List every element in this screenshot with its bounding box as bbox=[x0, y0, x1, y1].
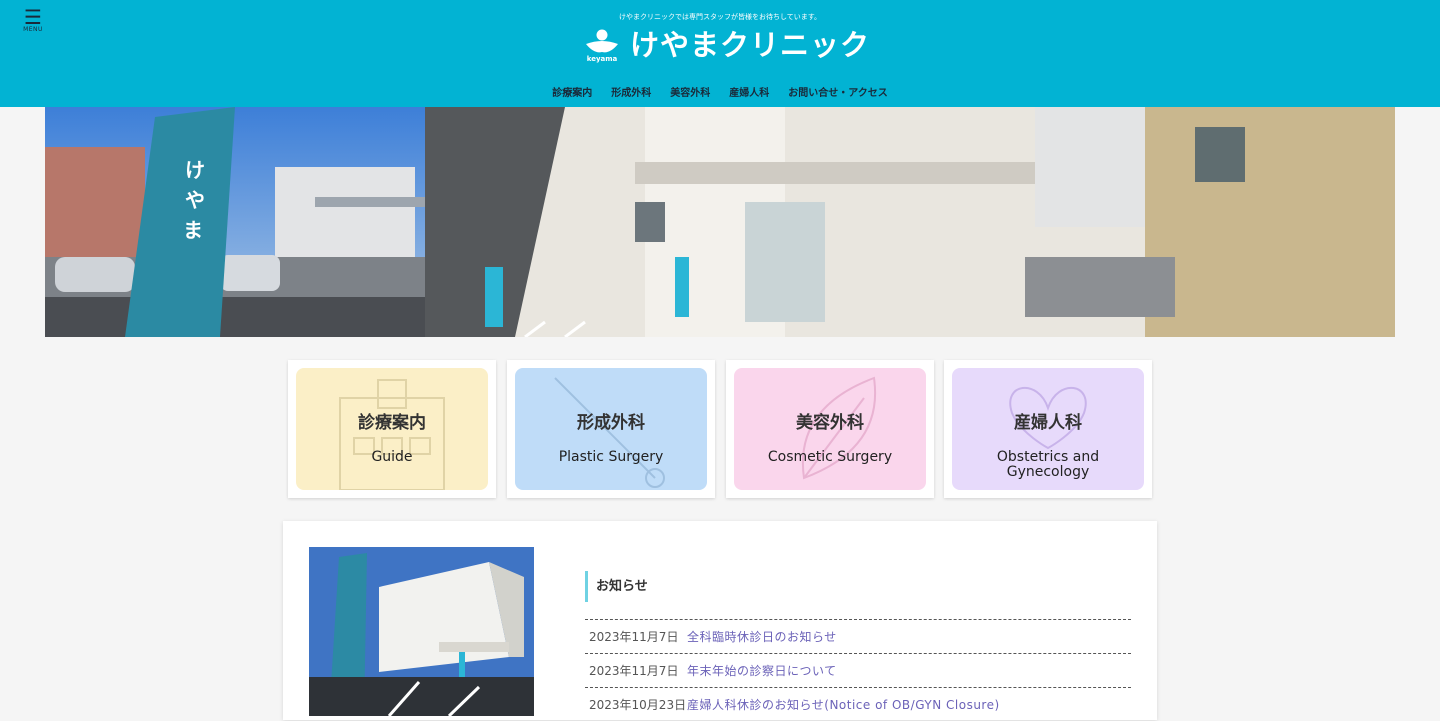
news-date: 2023年10月23日 bbox=[589, 698, 687, 712]
department-cards: 診療案内 Guide 形成外科 Plastic Surgery 美容外科 Cos… bbox=[288, 360, 1152, 498]
news-link[interactable]: 産婦人科休診のお知らせ(Notice of OB/GYN Closure) bbox=[687, 696, 1000, 713]
card-guide-panel: 診療案内 Guide bbox=[296, 368, 488, 490]
menu-label: MENU bbox=[23, 26, 43, 33]
card-obgyn-subtitle-line1: Obstetrics and bbox=[996, 449, 1100, 465]
clinic-building-photo bbox=[309, 547, 534, 716]
card-obgyn-title: 産婦人科 bbox=[1014, 413, 1082, 433]
card-cosmetic-surgery-subtitle: Cosmetic Surgery bbox=[767, 449, 893, 465]
logo-subtext: keyama bbox=[586, 55, 618, 63]
nav-item-guide[interactable]: 診療案内 bbox=[552, 84, 592, 99]
card-plastic-surgery[interactable]: 形成外科 Plastic Surgery bbox=[507, 360, 715, 498]
header-tagline: けやまクリニックでは専門スタッフが皆様をお待ちしています。 bbox=[618, 13, 822, 21]
nav-item-plastic-surgery[interactable]: 形成外科 bbox=[611, 84, 651, 99]
news-heading: お知らせ bbox=[585, 571, 648, 602]
site-logo[interactable]: keyama けやまクリニック bbox=[584, 28, 869, 68]
nav-item-contact-access[interactable]: お問い合せ・アクセス bbox=[788, 84, 888, 99]
news-link[interactable]: 年末年始の診察日について bbox=[687, 662, 837, 679]
nav-item-cosmetic-surgery[interactable]: 美容外科 bbox=[670, 84, 710, 99]
site-header: ☰ MENU けやまクリニックでは専門スタッフが皆様をお待ちしています。 key… bbox=[0, 0, 1440, 107]
card-guide-title: 診療案内 bbox=[358, 413, 426, 433]
news-date: 2023年11月7日 bbox=[589, 630, 679, 644]
svg-text:や: や bbox=[185, 188, 205, 212]
card-plastic-surgery-subtitle: Plastic Surgery bbox=[558, 449, 664, 465]
card-obgyn-subtitle-line2: Gynecology bbox=[1006, 464, 1090, 480]
nav-item-obgyn[interactable]: 産婦人科 bbox=[729, 84, 769, 99]
card-obgyn-subtitle: Obstetrics and Gynecology bbox=[952, 450, 1144, 480]
card-cosmetic-surgery-title: 美容外科 bbox=[796, 413, 864, 433]
main-nav: 診療案内 形成外科 美容外科 産婦人科 お問い合せ・アクセス bbox=[0, 84, 1440, 99]
news-section: お知らせ 2023年11月7日 全科臨時休診日のお知らせ 2023年11月7日 … bbox=[283, 521, 1157, 720]
news-item: 2023年11月7日 全科臨時休診日のお知らせ bbox=[585, 619, 1131, 653]
card-cosmetic-surgery-panel: 美容外科 Cosmetic Surgery bbox=[734, 368, 926, 490]
card-guide[interactable]: 診療案内 Guide bbox=[288, 360, 496, 498]
card-obgyn[interactable]: 産婦人科 Obstetrics and Gynecology bbox=[944, 360, 1152, 498]
clinic-building-illustration bbox=[309, 547, 534, 716]
news-date: 2023年11月7日 bbox=[589, 664, 679, 678]
news-item: 2023年11月7日 年末年始の診察日について bbox=[585, 653, 1131, 687]
news-link[interactable]: 全科臨時休診日のお知らせ bbox=[687, 628, 837, 645]
news-list: 2023年11月7日 全科臨時休診日のお知らせ 2023年11月7日 年末年始の… bbox=[585, 619, 1131, 721]
clinic-exterior-illustration: け や ま bbox=[45, 107, 1395, 337]
news-item: 2023年10月23日 産婦人科休診のお知らせ(Notice of OB/GYN… bbox=[585, 687, 1131, 721]
hero-clinic-image: け や ま bbox=[45, 107, 1395, 337]
card-plastic-surgery-title: 形成外科 bbox=[577, 413, 645, 433]
card-guide-subtitle: Guide bbox=[371, 449, 413, 465]
svg-text:け: け bbox=[185, 158, 205, 182]
card-obgyn-panel: 産婦人科 Obstetrics and Gynecology bbox=[952, 368, 1144, 490]
card-plastic-surgery-panel: 形成外科 Plastic Surgery bbox=[515, 368, 707, 490]
card-cosmetic-surgery[interactable]: 美容外科 Cosmetic Surgery bbox=[726, 360, 934, 498]
logo-text: けやまクリニック bbox=[630, 28, 871, 62]
svg-text:ま: ま bbox=[183, 218, 203, 242]
